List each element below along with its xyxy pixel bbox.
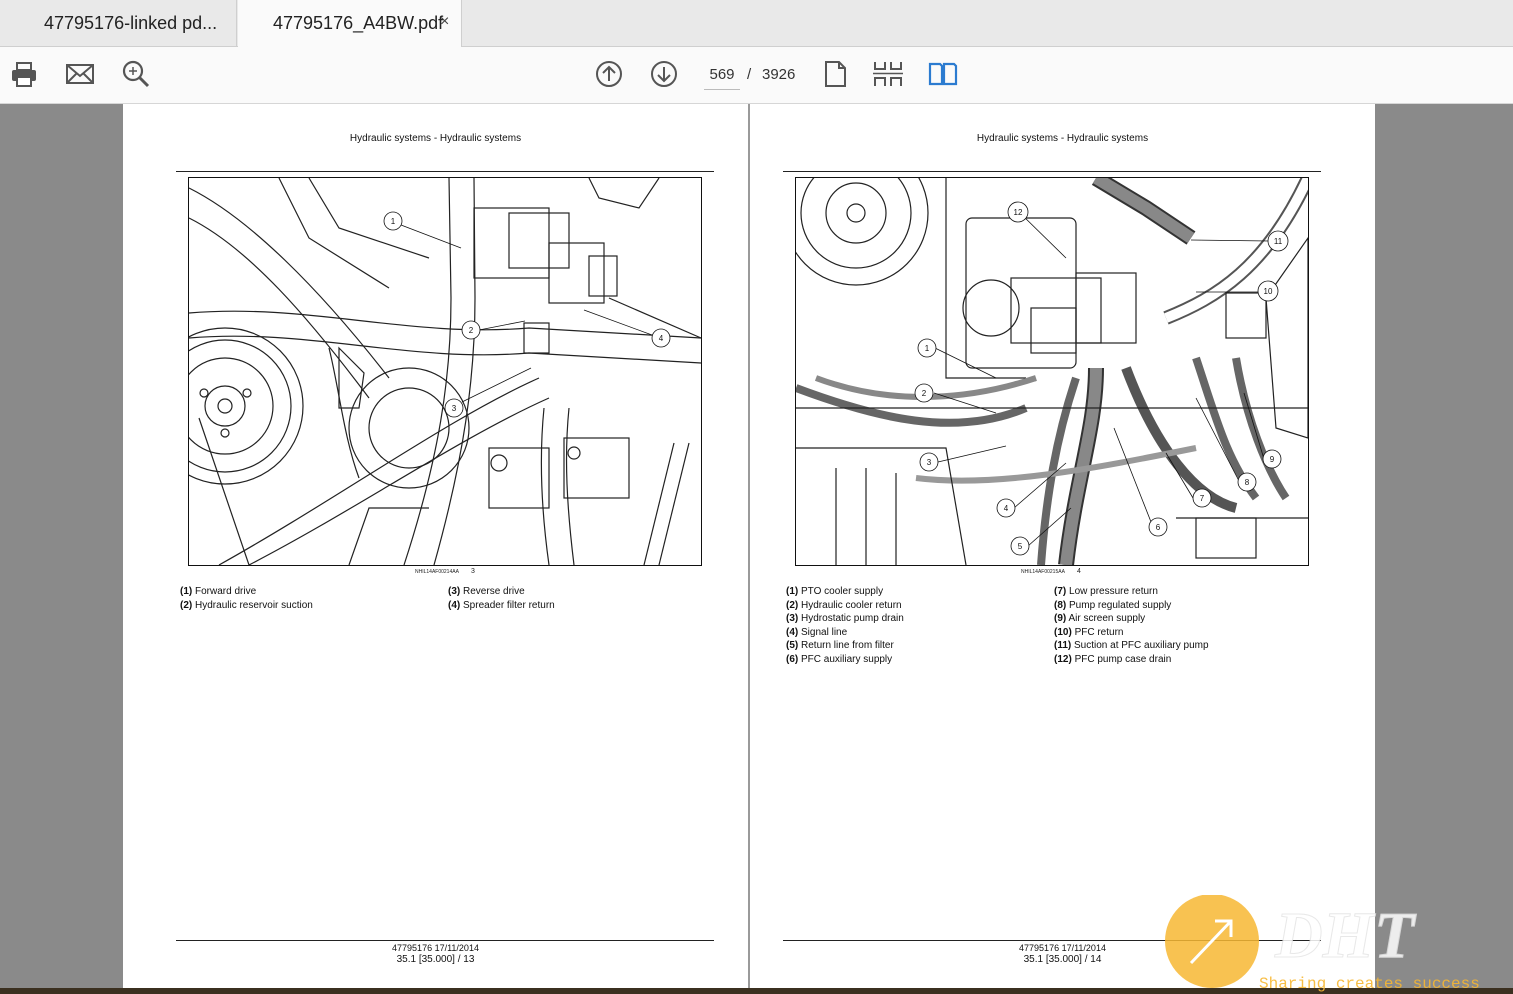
caption-item: (3) Hydrostatic pump drain xyxy=(786,613,904,624)
page-footer-ref: 35.1 [35.000] / 13 xyxy=(396,954,475,965)
figure-number: 4 xyxy=(1077,568,1081,575)
callout-label: 4 xyxy=(1004,504,1009,513)
callout-label: 1 xyxy=(391,217,396,226)
dht-watermark-logo: DHT Sharing creates success xyxy=(1165,895,1480,993)
caption-item: (3) Reverse drive xyxy=(448,586,525,597)
callout-label: 12 xyxy=(1014,208,1023,217)
page-footer-doc: 47795176 17/11/2014 xyxy=(392,943,479,953)
callout-label: 11 xyxy=(1274,237,1283,246)
tab-bar: 47795176-linked pd... 47795176_A4BW.pdf … xyxy=(0,0,1513,47)
caption-item: (2) Hydraulic reservoir suction xyxy=(180,600,313,611)
pdf-page-left: Hydraulic systems - Hydraulic systems 1 … xyxy=(123,104,748,988)
caption-item: (1) Forward drive xyxy=(180,586,257,597)
callout-label: 9 xyxy=(1270,455,1275,464)
toolbar: 569 / 3926 xyxy=(0,47,1513,104)
document-viewer[interactable]: Hydraulic systems - Hydraulic systems 1 … xyxy=(0,104,1513,994)
page-header: Hydraulic systems - Hydraulic systems xyxy=(976,133,1149,144)
tab-close-icon[interactable]: × xyxy=(440,13,449,31)
caption-item: (8) Pump regulated supply xyxy=(1054,600,1172,611)
mail-icon[interactable] xyxy=(65,59,95,89)
caption-item: (1) PTO cooler supply xyxy=(786,586,884,597)
page-spine-divider xyxy=(748,104,750,988)
caption-item: (12) PFC pump case drain xyxy=(1054,654,1172,665)
figure-id: NHIL14AF00214AA xyxy=(415,569,459,575)
callout-label: 7 xyxy=(1200,494,1205,503)
caption-item: (2) Hydraulic cooler return xyxy=(786,600,902,611)
page-separator: / xyxy=(747,66,752,83)
pdf-page-right: Hydraulic systems - Hydraulic systems 1 … xyxy=(750,104,1375,988)
callout-label: 3 xyxy=(927,458,932,467)
tab-linked-pdf[interactable]: 47795176-linked pd... xyxy=(0,0,237,46)
callout-label: 1 xyxy=(925,344,930,353)
caption-item: (9) Air screen supply xyxy=(1054,613,1146,624)
page-number-input[interactable]: 569 xyxy=(704,63,740,90)
caption-item: (6) PFC auxiliary supply xyxy=(786,654,893,665)
callout-label: 2 xyxy=(469,326,474,335)
callout-label: 6 xyxy=(1156,523,1161,532)
caption-item: (7) Low pressure return xyxy=(1054,586,1158,597)
callout-label: 3 xyxy=(452,404,457,413)
tab-label: 47795176_A4BW.pdf xyxy=(273,13,444,33)
caption-item: (5) Return line from filter xyxy=(786,640,894,651)
figure-number: 3 xyxy=(471,568,475,575)
callout-label: 5 xyxy=(1018,542,1023,551)
two-page-scroll-icon[interactable] xyxy=(873,59,903,89)
page-down-icon[interactable] xyxy=(649,59,679,89)
watermark-slogan: Sharing creates success xyxy=(1259,975,1480,993)
tab-a4bw-pdf[interactable]: 47795176_A4BW.pdf × xyxy=(238,0,462,47)
caption-item: (4) Spreader filter return xyxy=(448,600,555,611)
page-header: Hydraulic systems - Hydraulic systems xyxy=(349,133,522,144)
watermark-brand: DHT xyxy=(1274,899,1417,972)
caption-item: (10) PFC return xyxy=(1054,627,1124,638)
callout-label: 10 xyxy=(1264,287,1273,296)
zoom-icon[interactable] xyxy=(121,59,151,89)
two-page-view-icon[interactable] xyxy=(928,59,958,89)
hydraulic-line-drawing: 1 2 3 4 xyxy=(189,178,701,565)
hydraulic-diagram-figure-4: 1 2 3 4 5 6 7 8 9 10 11 12 xyxy=(795,177,1309,566)
caption-item: (4) Signal line xyxy=(786,627,848,638)
hydraulic-diagram-figure-3: 1 2 3 4 xyxy=(188,177,702,566)
print-icon[interactable] xyxy=(9,59,39,89)
single-page-icon[interactable] xyxy=(820,59,850,89)
tab-label: 47795176-linked pd... xyxy=(44,12,218,33)
figure-id: NHIL14AF00215AA xyxy=(1021,569,1065,575)
page-total: 3926 xyxy=(762,66,796,83)
page-up-icon[interactable] xyxy=(594,59,624,89)
footer-rule xyxy=(176,940,714,941)
caption-item: (11) Suction at PFC auxiliary pump xyxy=(1054,640,1209,651)
callout-label: 4 xyxy=(659,334,664,343)
callout-label: 2 xyxy=(922,389,927,398)
callout-label: 8 xyxy=(1245,478,1250,487)
hydraulic-line-drawing: 1 2 3 4 5 6 7 8 9 10 11 12 xyxy=(796,178,1308,565)
header-rule xyxy=(783,171,1321,172)
header-rule xyxy=(176,171,714,172)
